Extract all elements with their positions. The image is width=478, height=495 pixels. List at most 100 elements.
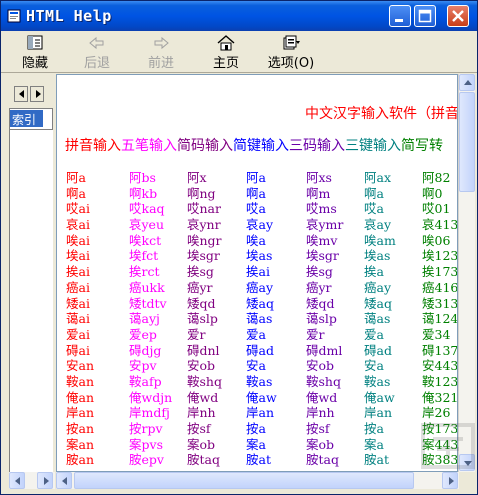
tab-scroll-left-button[interactable] <box>14 86 28 102</box>
table-cell: 俺wdjn <box>129 389 173 405</box>
table-cell: 挨rct <box>129 264 160 280</box>
table-cell: 癌416 <box>422 279 458 295</box>
scroll-left-button[interactable] <box>56 472 72 489</box>
table-cell: 岸an <box>364 405 393 421</box>
back-label: 后退 <box>83 56 110 71</box>
table-cell: 鞍123 <box>422 373 458 389</box>
left-arrow-icon <box>15 477 20 485</box>
table-cell: 挨sg <box>306 264 333 280</box>
hide-label: 隐藏 <box>21 56 48 71</box>
help-content[interactable]: 中文汉字输入软件（拼音 拼音输入五笔输入简码输入简键输入三码输入三键输入简写转 … <box>56 74 458 472</box>
back-arrow-icon <box>89 36 104 50</box>
table-cell: 碍ad <box>364 342 392 358</box>
table-cell: 阿x <box>187 170 207 185</box>
table-cell: 按a <box>246 421 266 436</box>
table-cell: 鞍shq <box>306 373 341 389</box>
table-cell: 按an <box>66 421 95 436</box>
input-method-label: 三键输入 <box>345 138 401 154</box>
table-cell: 蔼124 <box>422 311 458 327</box>
close-button[interactable] <box>447 5 469 27</box>
vertical-scroll-thumb[interactable] <box>459 92 475 192</box>
nav-scroll-right-button[interactable] <box>37 472 53 489</box>
input-methods-line: 拼音输入五笔输入简码输入简键输入三码输入三键输入简写转 <box>65 135 443 155</box>
maximize-icon <box>418 9 432 23</box>
table-cell: 胺at <box>246 452 271 468</box>
minimize-button[interactable] <box>389 5 411 27</box>
table-cell: 挨sg <box>187 264 214 280</box>
table-cell: 蔼ayj <box>129 311 160 327</box>
table-cell: 啊a <box>66 185 86 201</box>
up-arrow-icon <box>464 80 472 85</box>
title-bar[interactable]: HTML Help <box>1 1 477 31</box>
table-cell: 哎kaq <box>129 201 165 217</box>
table-cell: 癌yr <box>187 279 213 295</box>
forward-button[interactable]: 前进 <box>135 35 187 71</box>
html-help-window: HTML Help 隐藏 后退 前进 主页 选项(O) 索引 中文汉字输入软件（… <box>0 0 478 495</box>
table-cell: 埃fct <box>129 248 159 264</box>
scroll-up-button[interactable] <box>459 74 475 91</box>
table-cell: 唉mv <box>306 232 338 248</box>
table-cell: 蔼slp <box>306 311 337 327</box>
table-cell: 唉ai <box>66 232 90 248</box>
table-cell: 癌ay <box>364 279 392 295</box>
navigation-pane: 索引 <box>1 74 53 494</box>
minimize-icon <box>395 19 403 22</box>
table-cell: 蔼slp <box>187 311 218 327</box>
table-cell: 鞍shq <box>187 373 222 389</box>
scroll-right-button[interactable] <box>442 472 458 489</box>
options-button[interactable]: 选项(O) <box>260 35 322 71</box>
nav-horizontal-scrollbar[interactable] <box>9 472 55 489</box>
table-cell: 啊kb <box>129 185 158 201</box>
forward-arrow-icon <box>154 36 169 50</box>
table-cell: 矮aq <box>246 295 274 311</box>
table-cell: 碍dml <box>306 342 343 358</box>
hide-button[interactable]: 隐藏 <box>9 35 61 71</box>
table-cell: 岸nh <box>187 405 216 421</box>
tab-index[interactable]: 索引 <box>9 108 53 130</box>
table-cell: 阿a <box>246 170 266 185</box>
table-cell: 蔼ai <box>66 311 90 327</box>
home-button[interactable]: 主页 <box>200 35 252 71</box>
table-cell: 岸nh <box>306 405 335 421</box>
page-heading: 中文汉字输入软件（拼音 <box>305 106 458 122</box>
table-cell: 俺wd <box>306 389 338 405</box>
right-arrow-icon <box>449 477 454 485</box>
table-cell: 爱34 <box>422 326 451 342</box>
horizontal-scrollbar[interactable] <box>56 472 459 489</box>
table-cell: 哀yeu <box>129 217 165 233</box>
home-icon <box>217 35 235 51</box>
index-list[interactable] <box>9 130 53 484</box>
watermark-logo <box>421 423 475 469</box>
table-cell: 挨173 <box>422 264 458 280</box>
input-method-label: 三码输入 <box>289 138 345 154</box>
table-cell: 矮aq <box>364 295 392 311</box>
table-cell: 碍dnl <box>187 342 220 358</box>
tab-scroll-right-button[interactable] <box>30 86 44 102</box>
table-cell: 安a <box>364 358 384 374</box>
table-cell: 按rpv <box>129 421 163 436</box>
table-cell: 啊0 <box>422 185 443 201</box>
table-cell: 胺an <box>66 452 95 468</box>
maximize-button[interactable] <box>414 5 436 27</box>
tab-index-label: 索引 <box>12 113 37 127</box>
table-cell: 哎ms <box>306 201 337 217</box>
hide-pane-icon <box>27 35 43 50</box>
table-cell: 癌ukk <box>129 279 165 295</box>
table-cell: 矮tdtv <box>129 295 167 311</box>
input-method-label: 简写转 <box>401 138 443 154</box>
table-cell: 胺taq <box>187 452 220 468</box>
table-cell: 哎ai <box>66 201 90 217</box>
table-cell: 碍137 <box>422 342 458 358</box>
nav-scroll-left-button[interactable] <box>9 472 25 489</box>
back-button[interactable]: 后退 <box>71 35 123 71</box>
vertical-scrollbar[interactable] <box>458 74 475 472</box>
options-label: 选项(O) <box>267 56 315 71</box>
horizontal-scroll-thumb[interactable] <box>74 472 414 489</box>
table-cell: 矮qd <box>306 295 335 311</box>
table-cell: 哀ynr <box>187 217 221 233</box>
table-cell: 癌ai <box>66 279 90 295</box>
table-cell: 俺aw <box>246 389 277 405</box>
table-cell: 埃ai <box>66 248 90 264</box>
table-cell: 癌ay <box>246 279 274 295</box>
table-cell: 啊a <box>246 185 266 201</box>
